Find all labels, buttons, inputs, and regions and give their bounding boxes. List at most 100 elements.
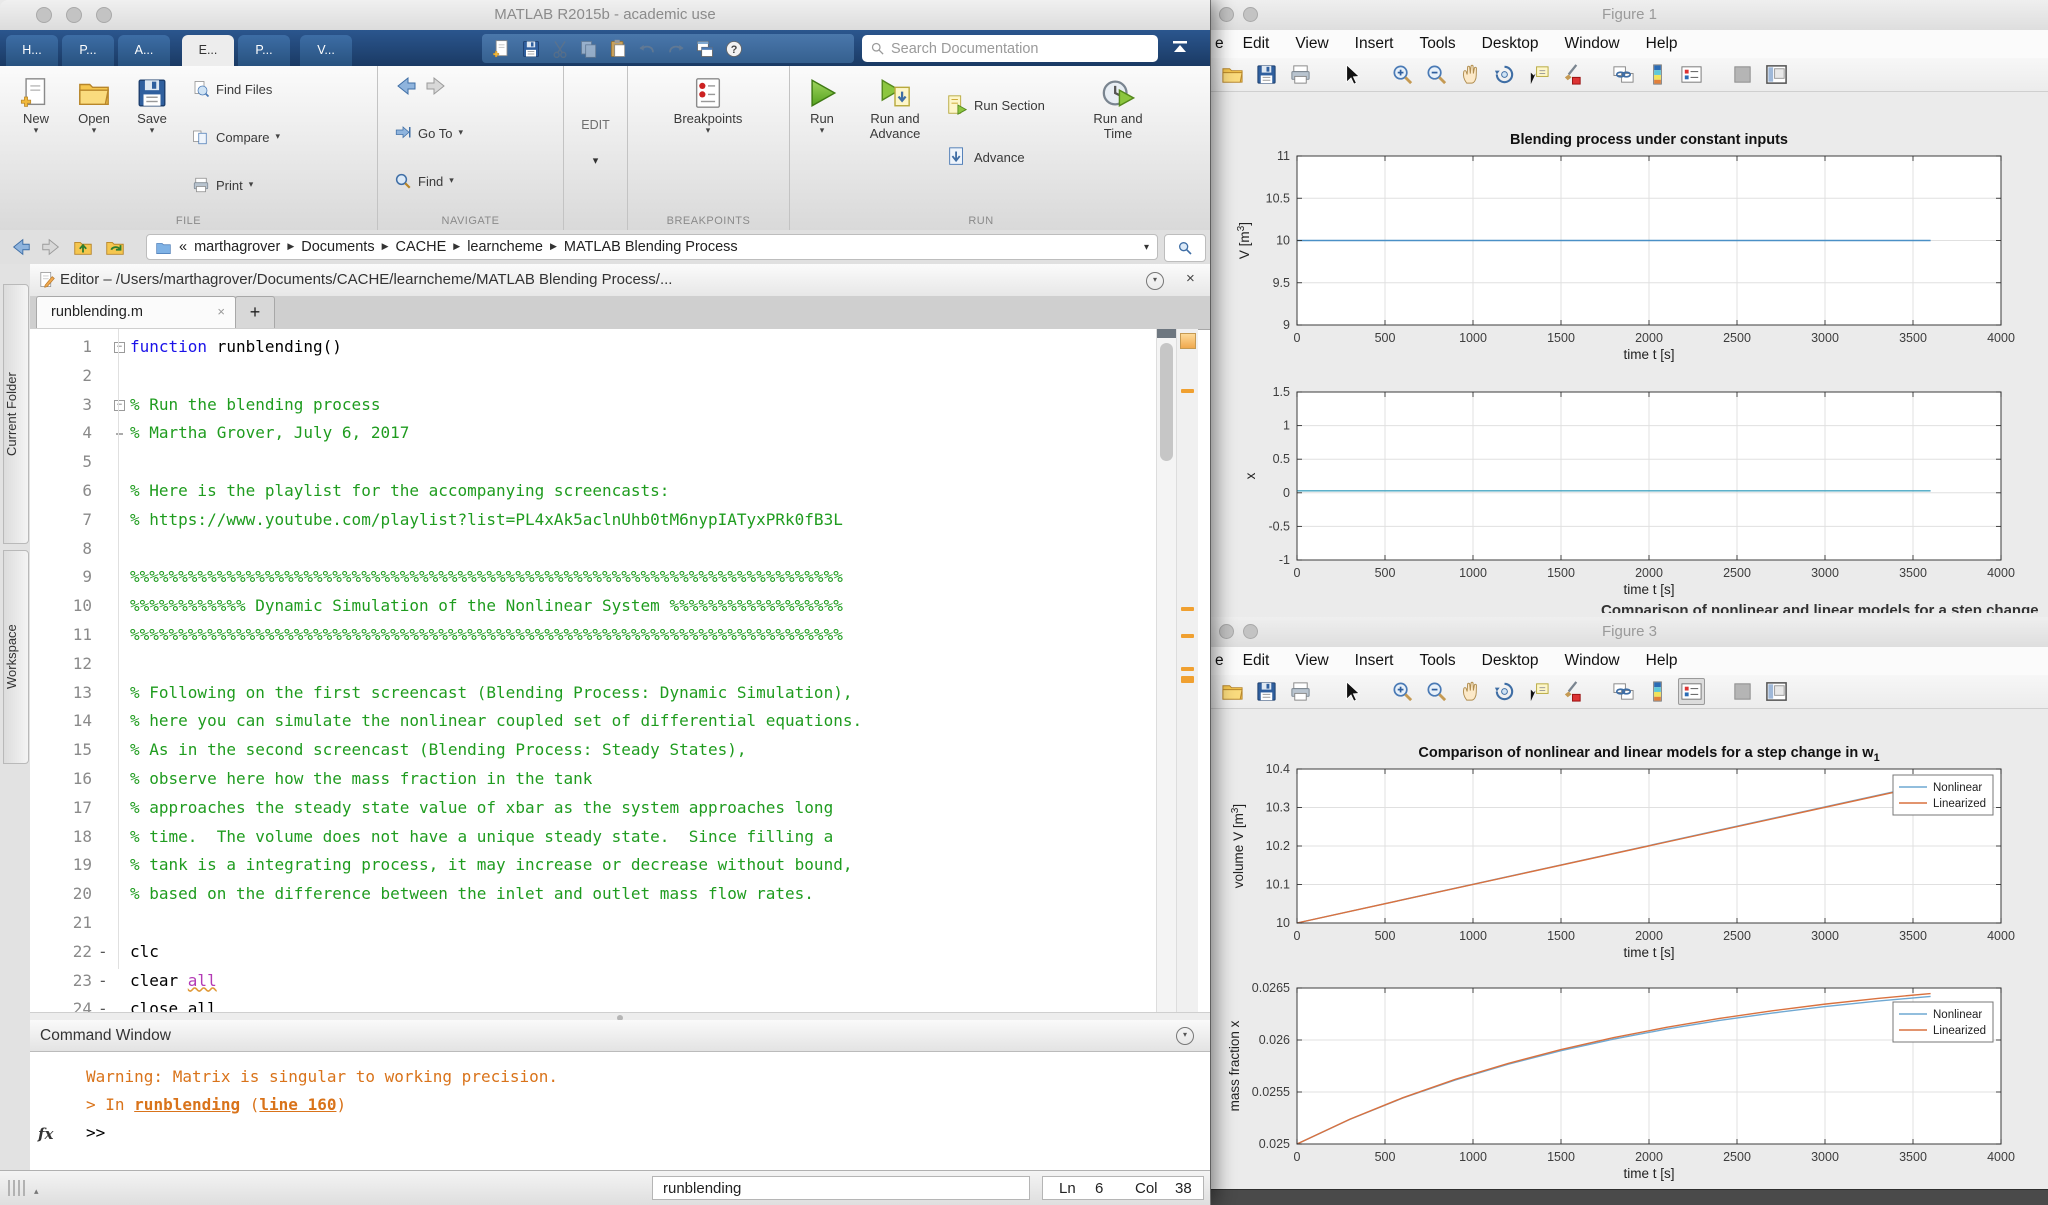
menu-item-file-clipped[interactable]: e	[1211, 35, 1230, 53]
save-icon[interactable]	[521, 39, 541, 59]
minimize-toolstrip-button[interactable]	[1170, 39, 1190, 56]
search-documentation-box[interactable]: Search Documentation	[862, 35, 1158, 62]
menu-item-help[interactable]: Help	[1633, 652, 1691, 670]
zoom-in-icon[interactable]	[1389, 61, 1416, 88]
data-cursor-icon[interactable]	[1525, 61, 1552, 88]
address-search-button[interactable]	[1164, 234, 1206, 262]
analyzer-warning-tick[interactable]	[1181, 389, 1194, 393]
up-folder-icon[interactable]	[72, 236, 94, 258]
ribbon-tab-4[interactable]: P...	[238, 35, 290, 66]
editor-scrollbar[interactable]	[1156, 329, 1176, 1012]
save-icon[interactable]	[1253, 678, 1280, 705]
command-prompt[interactable]: >>	[86, 1123, 105, 1142]
save-icon[interactable]	[1253, 61, 1280, 88]
insert-legend-icon[interactable]	[1678, 678, 1705, 705]
redo-icon[interactable]	[666, 39, 686, 59]
browse-folder-icon[interactable]	[104, 236, 126, 258]
menu-item-desktop[interactable]: Desktop	[1469, 35, 1552, 53]
paste-icon[interactable]	[608, 39, 628, 59]
code-area[interactable]: 1−function runblending()23−% Run the ble…	[30, 329, 1156, 1012]
sidebar-tab-workspace[interactable]: Workspace	[3, 550, 29, 764]
breadcrumb[interactable]: « marthagrover▶Documents▶CACHE▶learnchem…	[146, 234, 1158, 260]
brush-icon[interactable]	[1559, 678, 1586, 705]
pan-icon[interactable]	[1457, 61, 1484, 88]
nav-back-icon[interactable]	[10, 236, 32, 258]
editor-header[interactable]: Editor – /Users/marthagrover/Documents/C…	[30, 264, 1210, 297]
brush-icon[interactable]	[1559, 61, 1586, 88]
zoom-in-icon[interactable]	[1389, 678, 1416, 705]
figure1-titlebar[interactable]: Figure 1	[1211, 0, 2048, 31]
insert-legend-icon[interactable]	[1678, 61, 1705, 88]
menu-item-tools[interactable]: Tools	[1406, 35, 1468, 53]
menu-item-view[interactable]: View	[1282, 35, 1341, 53]
breakpoints-button[interactable]: Breakpoints▾	[668, 76, 748, 136]
breadcrumb-item[interactable]: MATLAB Blending Process	[564, 239, 738, 255]
hide-plot-tools-icon[interactable]	[1729, 678, 1756, 705]
advance-button[interactable]: Advance	[946, 146, 1025, 168]
editor-tab-runblending[interactable]: runblending.m ×	[36, 296, 236, 328]
run-button[interactable]: Run▾	[796, 76, 848, 136]
analyzer-warning-tick[interactable]	[1181, 634, 1194, 638]
zoom-out-icon[interactable]	[1423, 678, 1450, 705]
scrollbar-thumb[interactable]	[1160, 343, 1173, 461]
fold-toggle-icon[interactable]: −	[114, 400, 125, 411]
hide-plot-tools-icon[interactable]	[1729, 61, 1756, 88]
print-icon[interactable]	[1287, 61, 1314, 88]
menu-item-window[interactable]: Window	[1552, 652, 1633, 670]
editor-close-icon[interactable]: ×	[1186, 270, 1195, 287]
print-icon[interactable]	[1287, 678, 1314, 705]
analyzer-warning-tick[interactable]	[1181, 607, 1194, 611]
editor-menu-button[interactable]: ▾	[1146, 272, 1164, 290]
colorbar-icon[interactable]	[1644, 678, 1671, 705]
analyzer-warning-tick[interactable]	[1181, 667, 1194, 671]
breadcrumb-item[interactable]: Documents	[301, 239, 374, 255]
breadcrumb-item[interactable]: CACHE	[396, 239, 447, 255]
command-window-header[interactable]: Command Window ▾	[30, 1020, 1210, 1052]
cursor-icon[interactable]	[1338, 61, 1365, 88]
code-analyzer-bar[interactable]	[1176, 329, 1198, 1012]
analyzer-summary-square[interactable]	[1180, 333, 1196, 349]
sidebar-tab-current-folder[interactable]: Current Folder	[3, 284, 29, 544]
status-grip-arrow-icon[interactable]: ▴	[34, 1187, 39, 1197]
open-button[interactable]: Open▾	[66, 76, 122, 136]
breadcrumb-dropdown-icon[interactable]: ▾	[1144, 242, 1149, 253]
breadcrumb-item[interactable]: marthagrover	[194, 239, 280, 255]
editor-new-tab-button[interactable]: +	[235, 296, 275, 328]
new-script-icon[interactable]	[492, 39, 512, 59]
find-button[interactable]: Find▾	[394, 172, 454, 190]
colorbar-icon[interactable]	[1644, 61, 1671, 88]
copy-icon[interactable]	[579, 39, 599, 59]
menu-item-window[interactable]: Window	[1552, 35, 1633, 53]
goto-button[interactable]: Go To▾	[394, 124, 463, 142]
back-button[interactable]	[394, 74, 448, 98]
figure3-titlebar[interactable]: Figure 3	[1211, 617, 2048, 648]
rotate-3d-icon[interactable]	[1491, 678, 1518, 705]
status-grip[interactable]	[8, 1180, 10, 1196]
print-button[interactable]: Print▾	[192, 176, 253, 194]
runblending-link[interactable]: runblending	[134, 1095, 240, 1114]
line-160-link[interactable]: line 160	[259, 1095, 336, 1114]
matlab-titlebar[interactable]: MATLAB R2015b - academic use	[0, 0, 1210, 31]
zoom-out-icon[interactable]	[1423, 61, 1450, 88]
run-and-time-button[interactable]: Run and Time	[1078, 76, 1158, 141]
cursor-icon[interactable]	[1338, 678, 1365, 705]
command-window-menu-button[interactable]: ▾	[1176, 1027, 1194, 1045]
save-button[interactable]: Save▾	[124, 76, 180, 136]
menu-item-edit[interactable]: Edit	[1230, 35, 1283, 53]
help-icon[interactable]: ?	[724, 39, 744, 59]
pan-icon[interactable]	[1457, 678, 1484, 705]
ribbon-tab-3[interactable]: E...	[182, 35, 234, 66]
command-window-content[interactable]: Warning: Matrix is singular to working p…	[30, 1051, 1210, 1170]
link-plots-icon[interactable]	[1610, 678, 1637, 705]
menu-item-tools[interactable]: Tools	[1406, 652, 1468, 670]
data-cursor-icon[interactable]	[1525, 678, 1552, 705]
toolstrip-section-edit[interactable]: EDIT ▾	[564, 66, 628, 230]
show-plot-tools-icon[interactable]	[1763, 678, 1790, 705]
show-plot-tools-icon[interactable]	[1763, 61, 1790, 88]
menu-item-desktop[interactable]: Desktop	[1469, 652, 1552, 670]
compare-button[interactable]: Compare▾	[192, 128, 280, 146]
new-button[interactable]: New▾	[8, 76, 64, 136]
ribbon-tab-1[interactable]: P...	[62, 35, 114, 66]
nav-forward-icon[interactable]	[40, 236, 62, 258]
ribbon-tab-5[interactable]: V...	[300, 35, 352, 66]
